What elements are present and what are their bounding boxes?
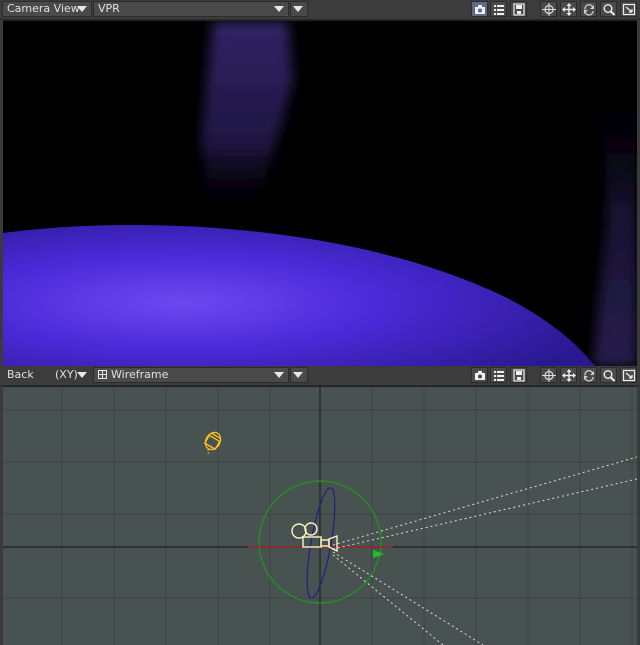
pan-button[interactable] [540, 1, 557, 17]
axis-label: (XY) [55, 368, 78, 381]
chevron-down-icon [274, 6, 284, 12]
render-mode-label: VPR [98, 2, 120, 15]
zoom-icon [603, 370, 616, 382]
maximize-button[interactable] [620, 1, 637, 17]
zoom-icon [603, 4, 616, 16]
vpr-render-area[interactable] [3, 20, 637, 366]
rotate-button[interactable] [580, 367, 597, 383]
save-button[interactable] [510, 367, 527, 383]
view-type-dropdown[interactable]: Back [2, 367, 54, 383]
chevron-down-icon [77, 6, 87, 12]
viewport-header: Back (XY) Wireframe [0, 366, 640, 386]
options-dropdown[interactable] [290, 367, 308, 383]
list-button[interactable] [490, 1, 507, 17]
move-icon [562, 369, 576, 382]
list-icon [494, 5, 504, 15]
save-icon [513, 369, 525, 382]
move-button[interactable] [560, 1, 577, 17]
wireframe-icon [98, 370, 107, 379]
scene-wireframe [3, 387, 637, 645]
chevron-down-icon [293, 6, 303, 12]
view-type-dropdown[interactable]: Camera View [2, 1, 92, 17]
rotate-button[interactable] [580, 1, 597, 17]
wireframe-area[interactable] [3, 386, 637, 645]
zoom-button[interactable] [600, 1, 617, 17]
list-icon [494, 371, 504, 381]
camera-button[interactable] [471, 1, 488, 17]
axis-dropdown[interactable]: (XY) [52, 367, 92, 383]
pan-icon [542, 369, 556, 382]
render-preview [3, 21, 637, 366]
maximize-icon [622, 369, 636, 382]
pan-button[interactable] [540, 367, 557, 383]
back-viewport[interactable]: Back (XY) Wireframe [0, 366, 640, 645]
render-mode-dropdown[interactable]: Wireframe [93, 367, 289, 383]
maximize-button[interactable] [620, 367, 637, 383]
render-mode-dropdown[interactable]: VPR [93, 1, 289, 17]
pan-icon [542, 3, 556, 16]
view-type-label: Camera View [7, 2, 80, 15]
chevron-down-icon [77, 372, 87, 378]
list-button[interactable] [490, 367, 507, 383]
save-button[interactable] [510, 1, 527, 17]
options-dropdown[interactable] [290, 1, 308, 17]
move-button[interactable] [560, 367, 577, 383]
chevron-down-icon [293, 372, 303, 378]
zoom-button[interactable] [600, 367, 617, 383]
camera-icon [475, 5, 485, 14]
rotate-icon [584, 4, 594, 16]
chevron-down-icon [274, 372, 284, 378]
save-icon [513, 3, 525, 16]
rotate-icon [584, 370, 594, 382]
view-type-label: Back [7, 368, 34, 381]
move-icon [562, 3, 576, 16]
camera-viewport[interactable]: Camera View VPR [0, 0, 640, 366]
camera-button[interactable] [471, 367, 488, 383]
render-mode-label: Wireframe [111, 368, 169, 381]
camera-icon [475, 371, 485, 380]
maximize-icon [622, 3, 636, 16]
viewport-header: Camera View VPR [0, 0, 640, 20]
